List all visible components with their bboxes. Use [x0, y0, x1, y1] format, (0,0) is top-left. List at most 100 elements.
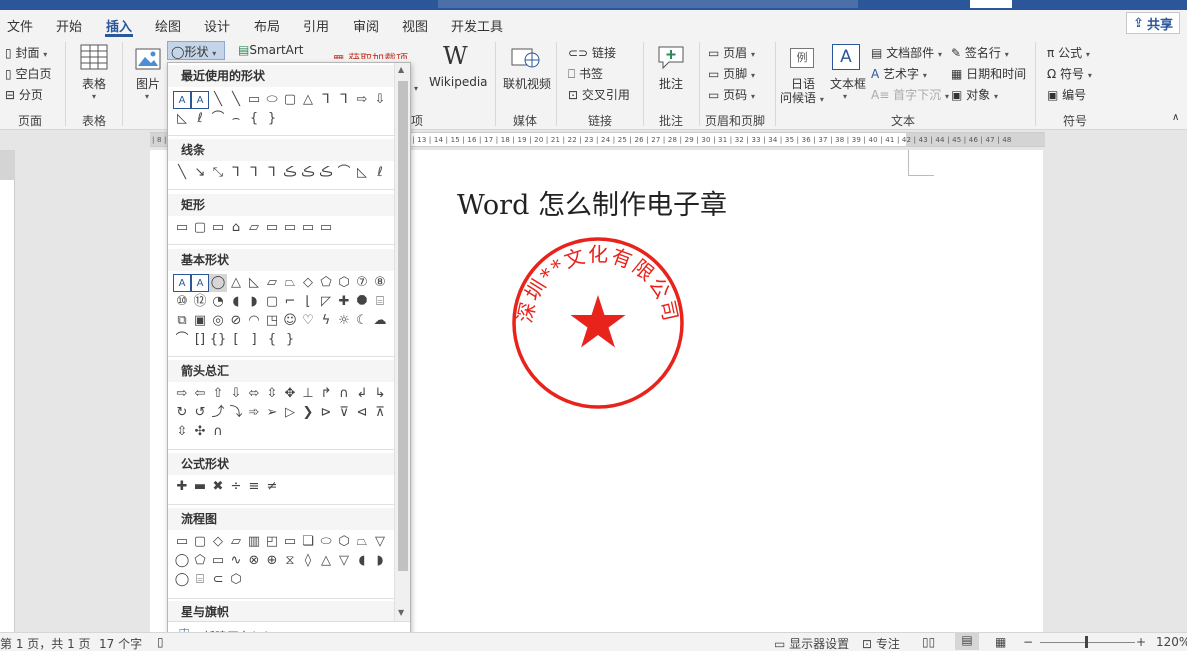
shape-right-brace[interactable]: } [263, 110, 281, 128]
shape-round2-rect[interactable]: ▭ [299, 219, 317, 237]
equation-button[interactable]: π 公式 ▾ [1047, 44, 1090, 61]
title-search-box[interactable] [438, 0, 858, 8]
shape-flow-tape[interactable]: ∿ [227, 552, 245, 570]
shape-not-equal[interactable]: ≠ [263, 478, 281, 496]
tab-design[interactable]: 设计 [204, 16, 230, 35]
zoom-in-icon[interactable]: + [1136, 635, 1146, 649]
wordart-button[interactable]: A 艺术字 ▾ [871, 65, 927, 82]
shape-line[interactable]: ╲ [209, 91, 227, 109]
proofing-icon[interactable]: ▯ [157, 635, 164, 649]
shape-down-arrow[interactable]: ⇩ [371, 91, 389, 109]
shape-plus[interactable]: ✚ [173, 478, 191, 496]
shape-vertical-textbox[interactable]: A [191, 91, 209, 109]
shape-multiply[interactable]: ✖ [209, 478, 227, 496]
share-button[interactable]: ⇪ 共享 [1126, 12, 1180, 34]
picture-button[interactable] [135, 48, 161, 73]
smartart-button[interactable]: ▤SmartArt [238, 43, 304, 57]
shape-equal[interactable]: ≡ [245, 478, 263, 496]
shape-left-brace[interactable]: { [263, 331, 281, 349]
shape-heptagon[interactable]: ⑦ [353, 274, 371, 292]
shape-cloud[interactable]: ☁ [371, 312, 389, 330]
shape-pentagon[interactable]: ⬠ [317, 274, 335, 292]
shape-bevel[interactable]: ▣ [191, 312, 209, 330]
zoom-level[interactable]: 120% [1156, 635, 1187, 649]
web-layout-icon[interactable]: ▦ [995, 635, 1006, 649]
textbox-dropdown-icon[interactable]: ▾ [843, 92, 847, 101]
shape-lightning[interactable]: ϟ [317, 312, 335, 330]
shape-sun[interactable]: ☼ [335, 312, 353, 330]
shape-triangle[interactable]: △ [299, 91, 317, 109]
shape-block-arc[interactable]: ◠ [245, 312, 263, 330]
shape-rectangle[interactable]: ▭ [173, 219, 191, 237]
shape-down-arrow[interactable]: ⇩ [227, 385, 245, 403]
link-button[interactable]: ⊂⊃ 链接 [568, 44, 616, 61]
shape-line[interactable]: ╲ [173, 164, 191, 182]
shape-parallelogram[interactable]: ▱ [263, 274, 281, 292]
shape-bent-arrow[interactable]: ↱ [317, 385, 335, 403]
page-count[interactable]: 第 1 页，共 1 页 [0, 635, 91, 651]
shape-left-bracket[interactable]: [ [227, 331, 245, 349]
shape-snip-rect[interactable]: ▭ [209, 219, 227, 237]
shape-elbow-arrow[interactable]: ⅂ [335, 91, 353, 109]
shape-snip-round-rect[interactable]: ▭ [263, 219, 281, 237]
shape-flow-direct-access[interactable]: ⊂ [209, 571, 227, 589]
shape-textbox[interactable]: A [173, 274, 191, 292]
shape-flow-extract[interactable]: △ [317, 552, 335, 570]
shape-left-up-arrow[interactable]: ↲ [353, 385, 371, 403]
bookmark-button[interactable]: ⎕ 书签 [568, 65, 603, 82]
shape-quad-arrow[interactable]: ✥ [281, 385, 299, 403]
tab-references[interactable]: 引用 [303, 16, 329, 35]
cross-reference-button[interactable]: ⊡ 交叉引用 [568, 86, 630, 103]
shape-dodecagon[interactable]: ⑫ [191, 293, 209, 311]
shape-right-callout[interactable]: ⊳ [317, 404, 335, 422]
shape-up-arrow[interactable]: ⇧ [209, 385, 227, 403]
shape-right-arrow[interactable]: ⇨ [353, 91, 371, 109]
shape-double-bracket[interactable]: [] [191, 331, 209, 349]
shape-flow-data[interactable]: ▱ [227, 533, 245, 551]
shape-flow-merge[interactable]: ▽ [335, 552, 353, 570]
zoom-out-icon[interactable]: − [1023, 635, 1033, 649]
shape-left-right-callout[interactable]: ⇳ [173, 423, 191, 441]
shape-flow-predefined[interactable]: ▥ [245, 533, 263, 551]
shape-rectangle[interactable]: ▭ [245, 91, 263, 109]
page-break-button[interactable]: ⊟ 分页 [5, 86, 43, 103]
shape-flow-or[interactable]: ⊕ [263, 552, 281, 570]
shape-moon[interactable]: ☾ [353, 312, 371, 330]
shape-up-down-arrow[interactable]: ⇳ [263, 385, 281, 403]
shape-flow-manual-op[interactable]: ▽ [371, 533, 389, 551]
display-settings-button[interactable]: ▭ 显示器设置 [774, 635, 849, 651]
shape-right-arrow[interactable]: ⇨ [173, 385, 191, 403]
shape-flow-summing[interactable]: ⊗ [245, 552, 263, 570]
shape-curve[interactable]: ⌢ [227, 110, 245, 128]
shape-flow-connector[interactable]: ◯ [173, 552, 191, 570]
shape-striped-arrow[interactable]: ➾ [245, 404, 263, 422]
shape-frame[interactable]: ▢ [263, 293, 281, 311]
shape-flow-internal[interactable]: ◰ [263, 533, 281, 551]
shape-curved-connector[interactable]: ڪ [281, 164, 299, 182]
shape-cube[interactable]: ⧉ [173, 312, 191, 330]
shape-diagonal-stripe[interactable]: ◸ [317, 293, 335, 311]
shape-diamond[interactable]: ◇ [299, 274, 317, 292]
blank-page-button[interactable]: ▯ 空白页 [5, 65, 51, 82]
account-button[interactable] [970, 0, 1012, 8]
shape-can[interactable]: ⌸ [371, 293, 389, 311]
shape-oval[interactable]: ⬭ [263, 91, 281, 109]
shape-folded-corner[interactable]: ◳ [263, 312, 281, 330]
shape-flow-sequential[interactable]: ◯ [173, 571, 191, 589]
shape-flow-document[interactable]: ▭ [281, 533, 299, 551]
symbol-button[interactable]: Ω 符号 ▾ [1047, 65, 1092, 82]
shape-arc[interactable]: ⌒ [173, 331, 191, 349]
shape-no-symbol[interactable]: ⊘ [227, 312, 245, 330]
greeting-label-2[interactable]: 问候语 ▾ [780, 89, 824, 106]
tab-file[interactable]: 文件 [7, 16, 33, 35]
online-video-button[interactable] [511, 46, 541, 73]
shape-flow-multidoc[interactable]: ❏ [299, 533, 317, 551]
shape-curved-down-arrow[interactable]: ⤵ [227, 404, 245, 422]
shape-snip-diag-rect[interactable]: ▱ [245, 219, 263, 237]
shape-elbow-connector[interactable]: ⅂ [317, 91, 335, 109]
shape-elbow-double[interactable]: ⅂ [263, 164, 281, 182]
shape-right-bracket[interactable]: ] [245, 331, 263, 349]
shape-cross[interactable]: ✚ [335, 293, 353, 311]
shape-oval-hovered[interactable]: ◯ [209, 274, 227, 292]
shape-elbow-connector[interactable]: ⅂ [227, 164, 245, 182]
